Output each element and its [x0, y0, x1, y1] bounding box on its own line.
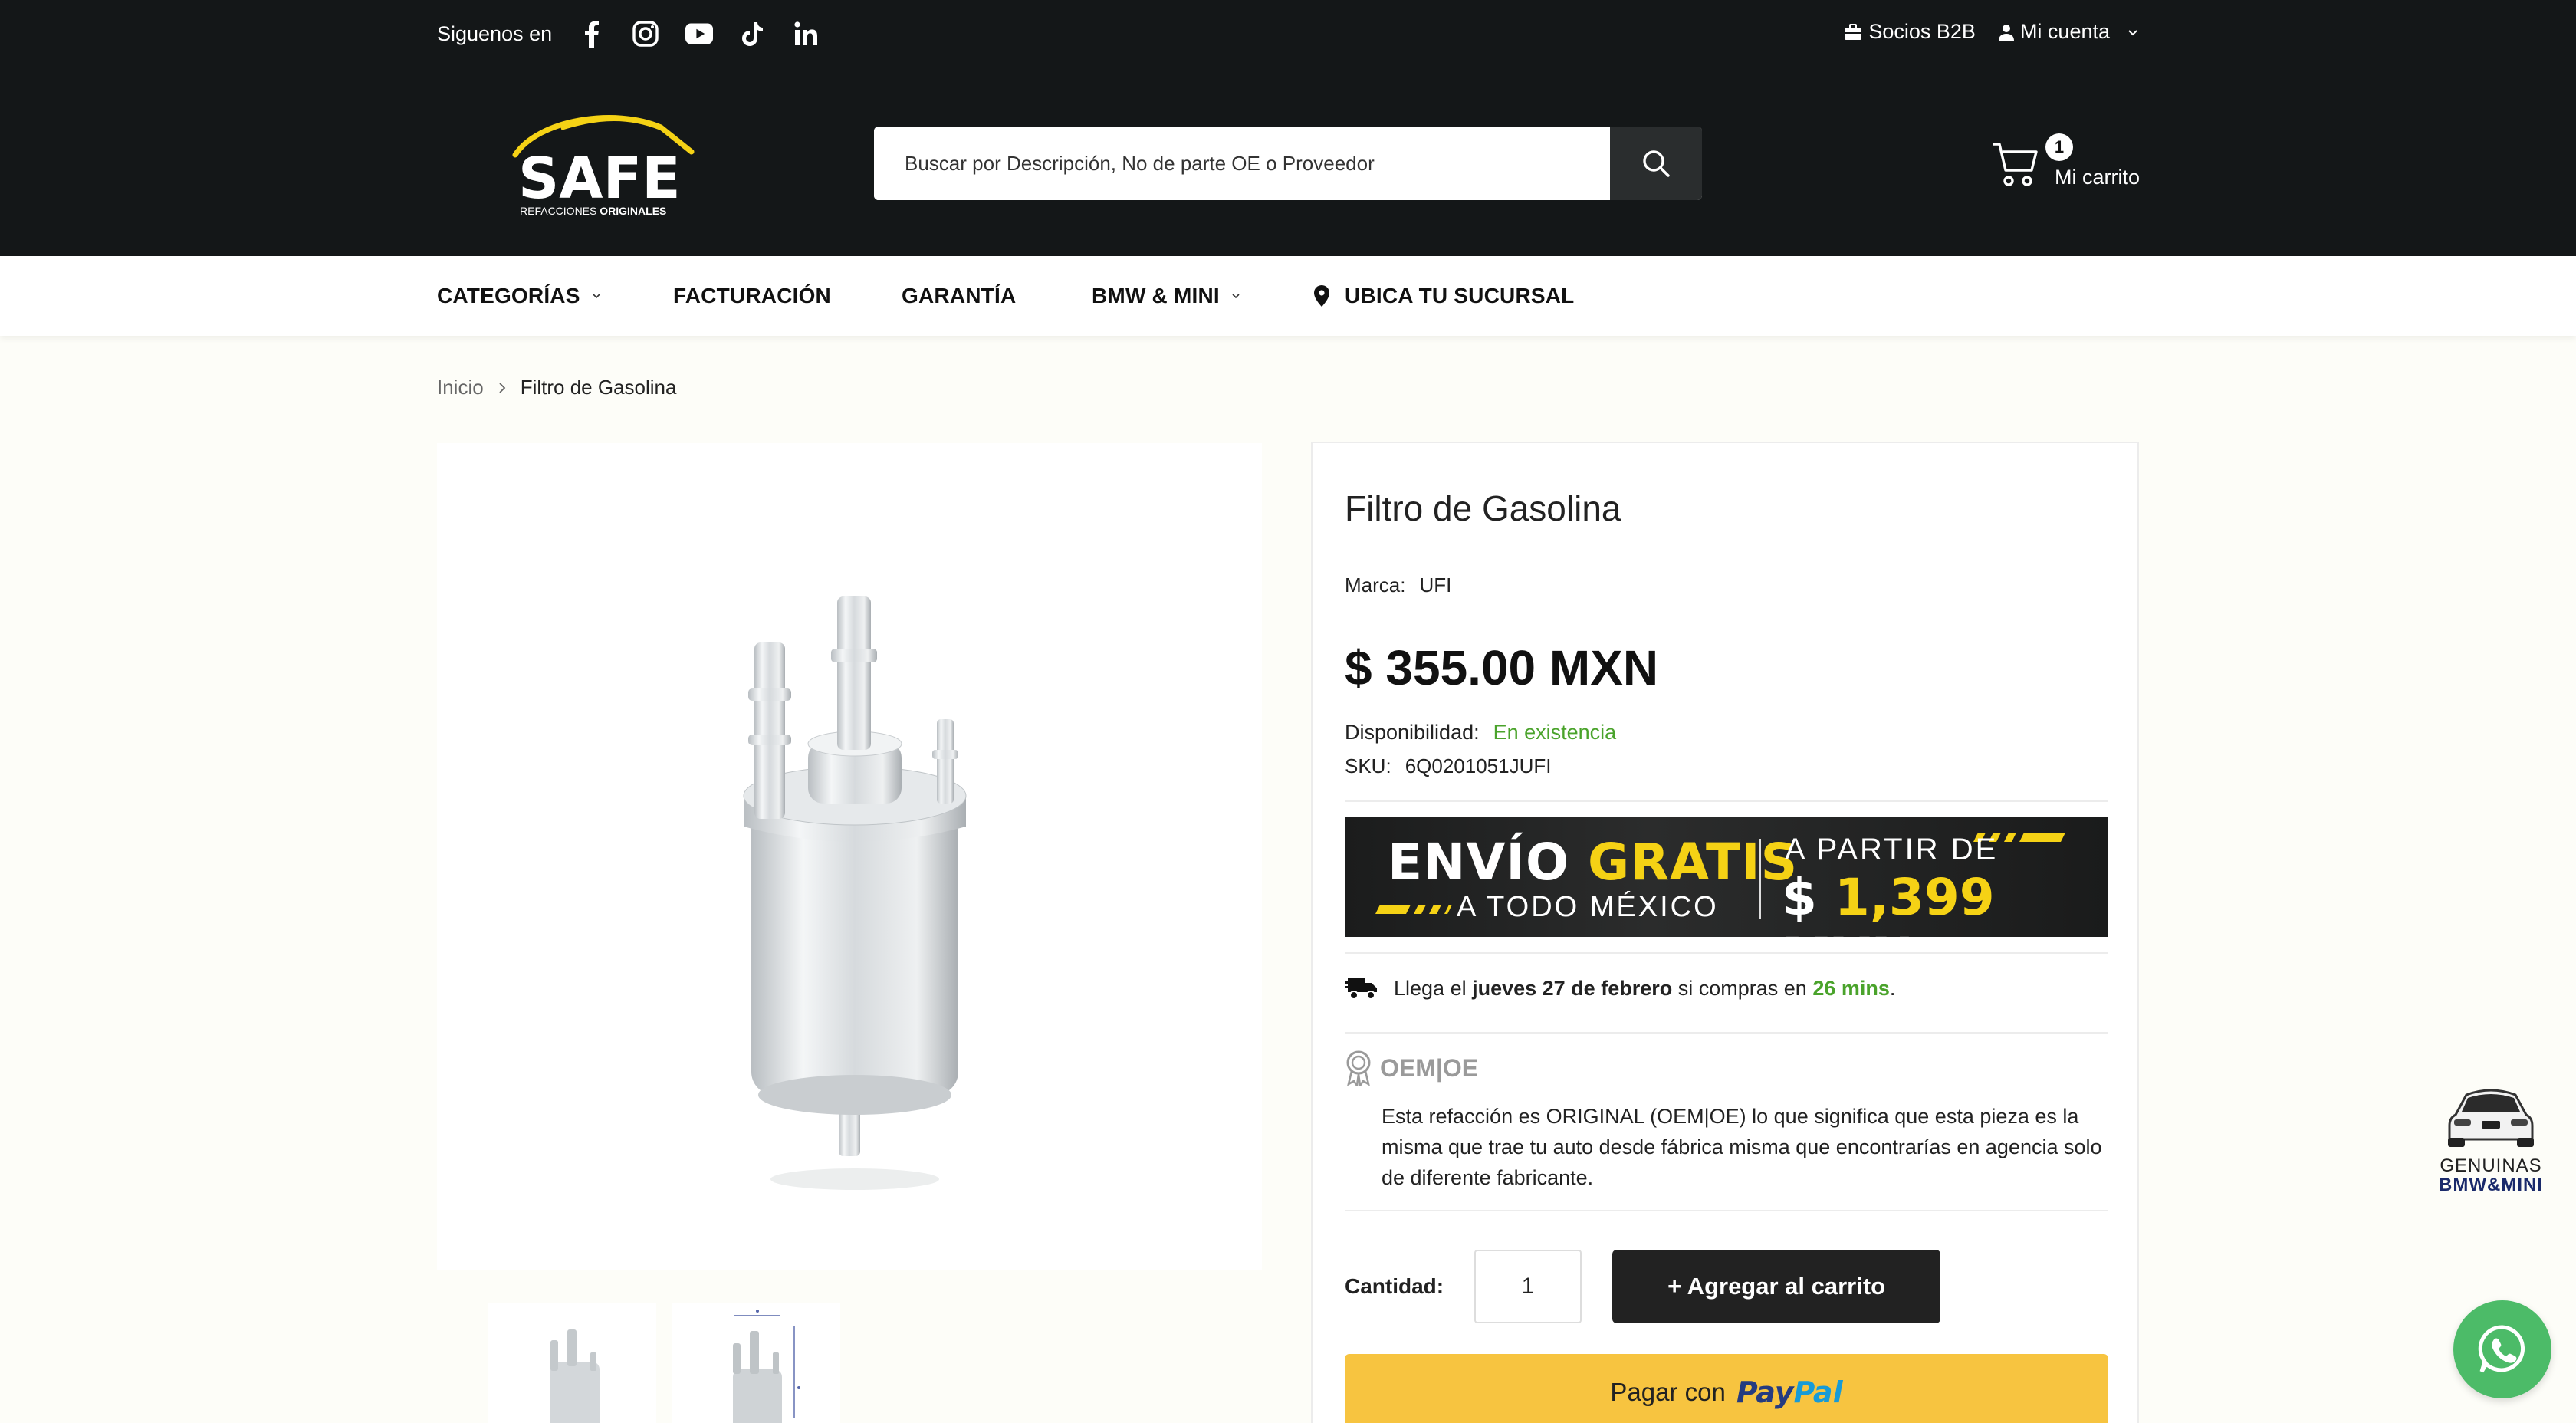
paypal-logo: PayPal: [1736, 1375, 1843, 1409]
search-icon: [1643, 150, 1670, 177]
whatsapp-icon: [2478, 1325, 2525, 1373]
socios-label: Socios B2B: [1868, 20, 1976, 43]
brand-value: UFI: [1419, 573, 1452, 596]
nav-label: UBICA TU SUCURSAL: [1345, 284, 1575, 307]
account-label: Mi cuenta: [2019, 20, 2110, 43]
banner-amount: $ 1,399 MXN: [1782, 868, 1995, 937]
location-pin-icon: [1314, 285, 1329, 307]
paypal-prefix: Pagar con: [1610, 1378, 1726, 1406]
youtube-icon[interactable]: [685, 20, 714, 48]
thumbnail-photo[interactable]: [488, 1303, 656, 1423]
chevron-right-icon: [499, 382, 505, 393]
breadcrumb-current: Filtro de Gasolina: [520, 376, 677, 399]
breadcrumb: Inicio Filtro de Gasolina: [437, 376, 676, 399]
badge-bottom-text: BMW&MINI: [2439, 1175, 2543, 1195]
banner-a-partir: A PARTIR DE: [1785, 833, 1999, 866]
divider: [1345, 952, 2108, 954]
badge-top-text: GENUINAS: [2440, 1155, 2542, 1176]
tiktok-icon[interactable]: [739, 20, 767, 48]
product-brand: Marca: UFI: [1345, 573, 1451, 597]
product-main-image[interactable]: [437, 443, 1262, 1270]
briefcase-icon: [1845, 23, 1862, 40]
nav-categorias[interactable]: CATEGORÍAS: [437, 256, 602, 336]
nav-label: CATEGORÍAS: [437, 284, 580, 307]
nav-ubica-sucursal[interactable]: UBICA TU SUCURSAL: [1314, 256, 1574, 336]
delivery-estimate: Llega el jueves 27 de febrero si compras…: [1345, 975, 1895, 1001]
product-title: Filtro de Gasolina: [1345, 488, 1622, 528]
quantity-label: Cantidad:: [1345, 1274, 1444, 1298]
divider: [1345, 1210, 2108, 1211]
nav-facturacion[interactable]: FACTURACIÓN: [673, 256, 831, 336]
instagram-icon[interactable]: [632, 20, 659, 48]
chevron-down-icon: [2128, 29, 2137, 35]
cart-label: Mi carrito: [2055, 166, 2141, 189]
logo-wordmark: SAFE: [518, 146, 681, 212]
brand-label: Marca:: [1345, 573, 1406, 596]
nav-garantia[interactable]: GARANTÍA: [902, 256, 1016, 336]
car-icon: [2448, 1089, 2534, 1147]
add-to-cart-button[interactable]: + Agregar al carrito: [1612, 1250, 1941, 1323]
banner-divider: [1759, 839, 1761, 919]
main-nav: CATEGORÍAS FACTURACIÓN GARANTÍA BMW & MI…: [0, 256, 2576, 336]
sku: SKU: 6Q0201051JUFI: [1345, 754, 1551, 778]
banner-todo-mexico: A TODO MÉXICO: [1457, 891, 1719, 923]
divider: [1345, 800, 2108, 802]
availability-label: Disponibilidad:: [1345, 721, 1480, 744]
social-follow: Siguenos en: [437, 20, 820, 48]
banner-stripes: [1375, 905, 1452, 914]
whatsapp-chat-button[interactable]: [2453, 1300, 2551, 1398]
oem-label: OEM|OE: [1380, 1053, 1479, 1082]
thumbnail-diagram[interactable]: [672, 1303, 840, 1423]
chevron-down-icon: [593, 294, 600, 299]
nav-label: FACTURACIÓN: [673, 284, 831, 307]
genuinas-bmw-mini-badge[interactable]: GENUINAS BMW&MINI: [2427, 1081, 2555, 1196]
product-info-panel: Filtro de Gasolina Marca: UFI $ 355.00 M…: [1311, 442, 2139, 1423]
breadcrumb-home[interactable]: Inicio: [437, 376, 484, 399]
availability: Disponibilidad: En existencia: [1345, 721, 1616, 744]
nav-bmw-mini[interactable]: BMW & MINI: [1092, 256, 1241, 336]
quantity-input[interactable]: [1474, 1250, 1582, 1323]
site-header: Siguenos en Socios B2B Mi cuenta SAFE RE…: [0, 0, 2576, 256]
availability-value: En existencia: [1493, 721, 1617, 744]
oem-header: OEM|OE: [1345, 1050, 1478, 1086]
sku-value: 6Q0201051JUFI: [1405, 754, 1552, 777]
oem-description: Esta refacción es ORIGINAL (OEM|OE) lo q…: [1382, 1105, 2102, 1189]
socios-b2b-link[interactable]: Socios B2B: [1844, 20, 1976, 44]
sku-label: SKU:: [1345, 754, 1392, 777]
search-bar: [874, 127, 1702, 200]
free-shipping-banner: ENVÍO GRATIS A TODO MÉXICO A PARTIR DE $…: [1345, 817, 2108, 937]
quantity-row: Cantidad: + Agregar al carrito: [1345, 1250, 1941, 1323]
safe-logo[interactable]: SAFE REFACCIONES ORIGINALES: [508, 106, 699, 221]
search-input[interactable]: [874, 127, 1610, 200]
nav-label: GARANTÍA: [902, 284, 1017, 307]
truck-icon: [1345, 978, 1377, 1000]
user-icon: [1998, 24, 2014, 41]
search-button[interactable]: [1610, 127, 1702, 200]
product-price: $ 355.00 MXN: [1345, 640, 1659, 695]
banner-envio: ENVÍO GRATIS: [1388, 833, 1799, 892]
delivery-text: Llega el jueves 27 de febrero si compras…: [1394, 976, 1896, 1000]
cart-count-badge: 1: [2045, 133, 2073, 161]
chevron-down-icon: [1232, 294, 1240, 299]
account-links: Socios B2B Mi cuenta: [1844, 20, 2139, 44]
facebook-icon[interactable]: [578, 20, 606, 48]
award-ribbon-icon: [1346, 1050, 1371, 1086]
my-account-menu[interactable]: Mi cuenta: [1998, 20, 2139, 44]
nav-label: BMW & MINI: [1092, 284, 1220, 307]
linkedin-icon[interactable]: [793, 20, 820, 48]
follow-label: Siguenos en: [437, 21, 553, 45]
divider: [1345, 1032, 2108, 1034]
cart-button[interactable]: 1 Mi carrito: [1992, 132, 2145, 201]
svg-text:REFACCIONES ORIGINALES: REFACCIONES ORIGINALES: [520, 205, 666, 217]
cart-icon: [1993, 143, 2038, 186]
paypal-button[interactable]: Pagar con PayPal: [1345, 1354, 2108, 1423]
